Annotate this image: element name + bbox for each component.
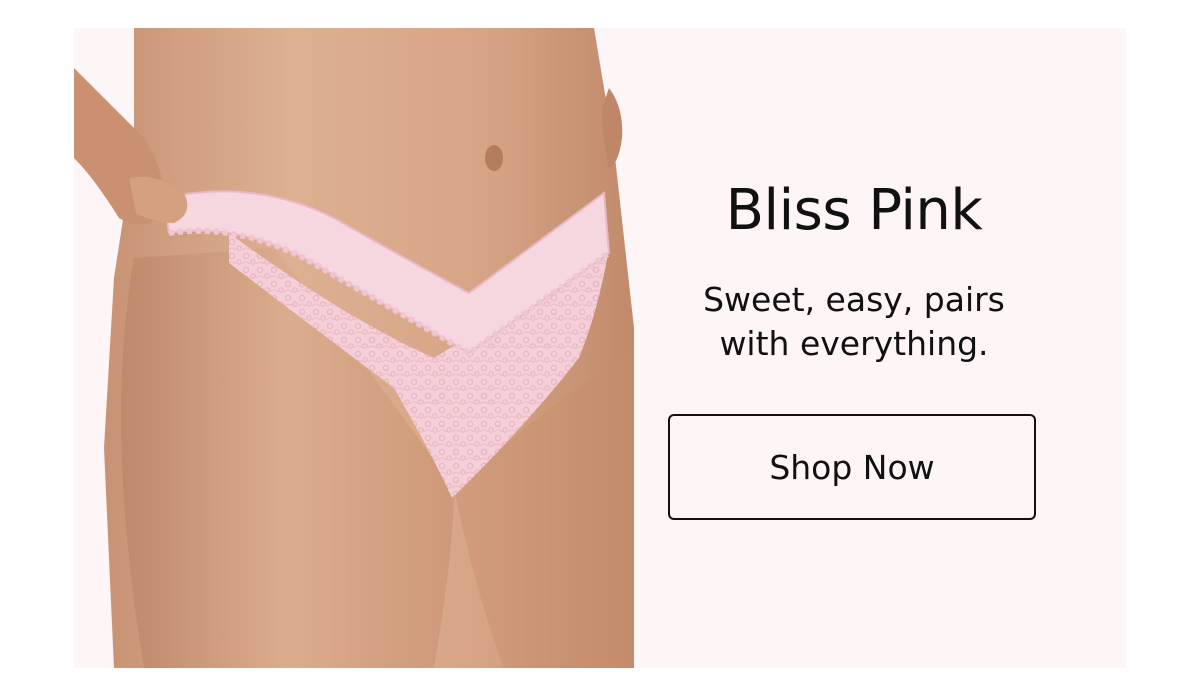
promo-banner: Bliss Pink Sweet, easy, pairs with every… bbox=[74, 28, 1126, 668]
shop-now-button[interactable]: Shop Now bbox=[668, 414, 1036, 520]
subhead: Sweet, easy, pairs with everything. bbox=[703, 280, 1005, 363]
copy-panel: Bliss Pink Sweet, easy, pairs with every… bbox=[634, 28, 1074, 668]
headline: Bliss Pink bbox=[725, 178, 983, 243]
product-photo bbox=[74, 28, 634, 668]
